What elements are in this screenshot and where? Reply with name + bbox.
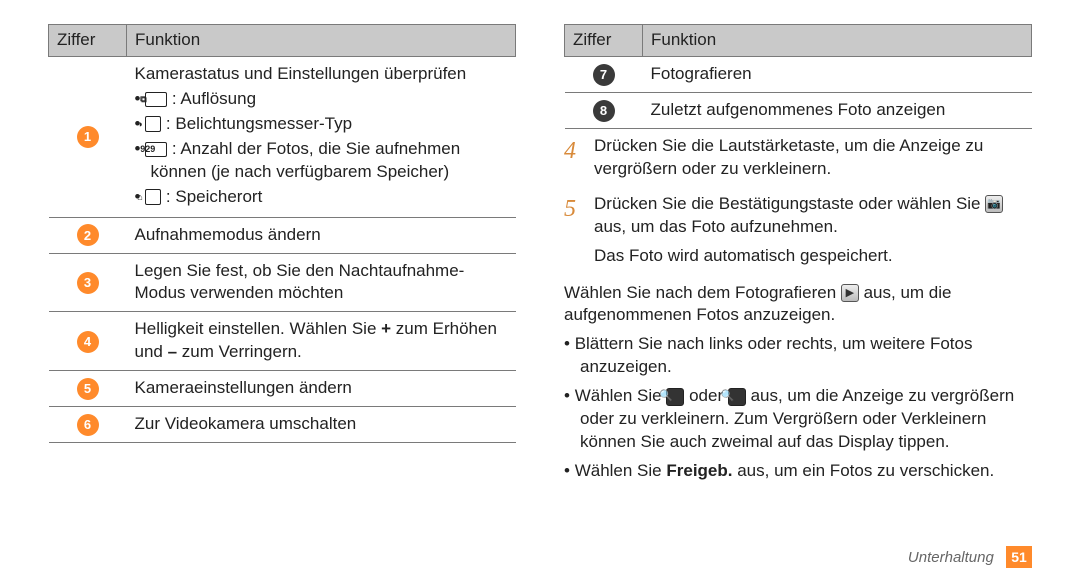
col-header-ziffer: Ziffer <box>49 25 127 57</box>
list-item: Blättern Sie nach links oder rechts, um … <box>564 333 1032 379</box>
table-row: 5 Kameraeinstellungen ändern <box>49 371 516 407</box>
icon-list: ⧉ : Auflösung ◑ : Belichtungsmesser-Typ … <box>135 88 508 209</box>
list-item: ⌂ : Speicherort <box>135 186 508 209</box>
list-item: Wählen Sie 🔍 oder 🔍 aus, um die Anzeige … <box>564 385 1032 454</box>
resolution-icon: ⧉ <box>145 92 167 107</box>
row-number-icon: 1 <box>77 126 99 148</box>
table-row: 7 Fotografieren <box>565 56 1032 92</box>
storage-icon: ⌂ <box>145 189 161 205</box>
row-number-icon: 3 <box>77 272 99 294</box>
col-header-ziffer: Ziffer <box>565 25 643 57</box>
row-desc: Zuletzt aufgenommenes Foto anzeigen <box>643 92 1032 128</box>
row-desc: Kameraeinstellungen ändern <box>127 371 516 407</box>
step-body: Drücken Sie die Bestätigungstaste oder w… <box>594 193 1032 274</box>
camera-icon: 📷 <box>985 195 1003 213</box>
list-item: ◑ : Belichtungsmesser-Typ <box>135 113 508 136</box>
body-bullets: Blättern Sie nach links oder rechts, um … <box>564 333 1032 483</box>
step-number: 5 <box>564 193 586 274</box>
right-column: Ziffer Funktion 7 Fotografieren 8 Zuletz… <box>564 24 1032 546</box>
table-row: 3 Legen Sie fest, ob Sie den Nachtaufnah… <box>49 253 516 312</box>
row-number-icon: 6 <box>77 414 99 436</box>
row-desc: Helligkeit einstellen. Wählen Sie + zum … <box>127 312 516 371</box>
col-header-funktion: Funktion <box>127 25 516 57</box>
step-line1: Drücken Sie die Bestätigungstaste oder w… <box>594 193 1032 239</box>
row-number-icon: 8 <box>593 100 615 122</box>
left-column: Ziffer Funktion 1 Kamerastatus und Einst… <box>48 24 516 546</box>
row-desc: Aufnahmemodus ändern <box>127 217 516 253</box>
row-number-icon: 2 <box>77 224 99 246</box>
right-function-table: Ziffer Funktion 7 Fotografieren 8 Zuletz… <box>564 24 1032 129</box>
metering-icon: ◑ <box>145 116 161 132</box>
row-number-icon: 5 <box>77 378 99 400</box>
table-row: 4 Helligkeit einstellen. Wählen Sie + zu… <box>49 312 516 371</box>
zoom-in-icon: 🔍 <box>666 388 684 406</box>
row-desc: Kamerastatus und Einstellungen überprüfe… <box>127 56 516 217</box>
row-number-icon: 4 <box>77 331 99 353</box>
step-number: 4 <box>564 135 586 187</box>
row-desc: Fotografieren <box>643 56 1032 92</box>
col-header-funktion: Funktion <box>643 25 1032 57</box>
table-row: 6 Zur Videokamera umschalten <box>49 407 516 443</box>
table-row: 1 Kamerastatus und Einstellungen überprü… <box>49 56 516 217</box>
step-4: 4 Drücken Sie die Lautstärketaste, um di… <box>564 135 1032 187</box>
zoom-out-icon: 🔍 <box>728 388 746 406</box>
page: Ziffer Funktion 1 Kamerastatus und Einst… <box>0 0 1080 586</box>
step-line2: Das Foto wird automatisch gespeichert. <box>594 245 1032 268</box>
list-item: 929 : Anzahl der Fotos, die Sie aufnehme… <box>135 138 508 184</box>
row-desc: Legen Sie fest, ob Sie den Nachtaufnahme… <box>127 253 516 312</box>
step-5: 5 Drücken Sie die Bestätigungstaste oder… <box>564 193 1032 274</box>
table-row: 8 Zuletzt aufgenommenes Foto anzeigen <box>565 92 1032 128</box>
play-icon: ▶ <box>841 284 859 302</box>
row-number-icon: 7 <box>593 64 615 86</box>
table-row: 2 Aufnahmemodus ändern <box>49 217 516 253</box>
page-number: 51 <box>1006 546 1032 568</box>
row-desc-intro: Kamerastatus und Einstellungen überprüfe… <box>135 63 508 86</box>
body-intro: Wählen Sie nach dem Fotografieren ▶ aus,… <box>564 282 1032 328</box>
list-item: Wählen Sie Freigeb. aus, um ein Fotos zu… <box>564 460 1032 483</box>
list-item: ⧉ : Auflösung <box>135 88 508 111</box>
page-footer: Unterhaltung 51 <box>908 546 1032 568</box>
left-function-table: Ziffer Funktion 1 Kamerastatus und Einst… <box>48 24 516 443</box>
row-desc: Zur Videokamera umschalten <box>127 407 516 443</box>
section-name: Unterhaltung <box>908 549 994 566</box>
counter-icon: 929 <box>145 142 167 157</box>
step-body: Drücken Sie die Lautstärketaste, um die … <box>594 135 1032 187</box>
